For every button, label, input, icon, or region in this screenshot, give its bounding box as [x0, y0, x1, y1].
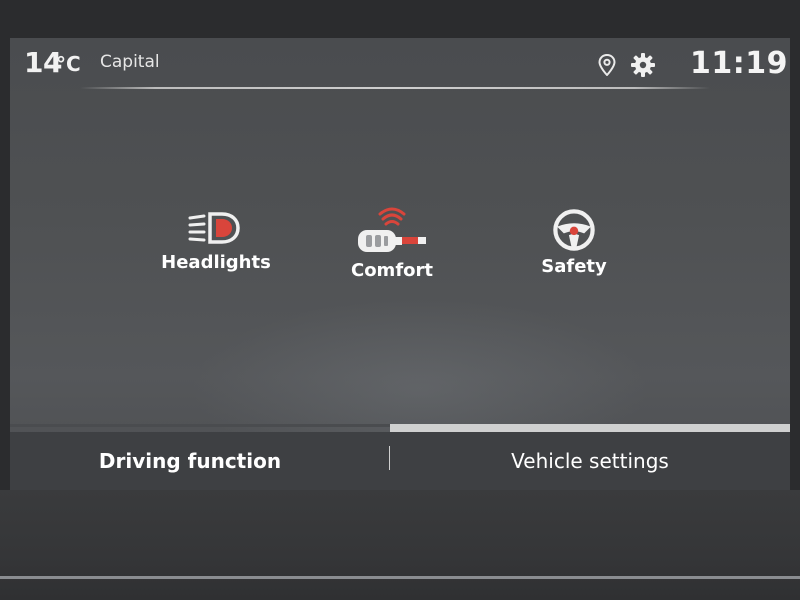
tab-bar: Driving function Vehicle settings [10, 424, 790, 490]
tab-selected-indicator [390, 424, 790, 432]
location-icon[interactable] [598, 54, 616, 76]
tab-driving-function[interactable]: Driving function [10, 432, 390, 490]
infotainment-screen: 14 °C Capital 11:19 Headlights Comfort S… [10, 38, 790, 490]
safety-tile[interactable]: Safety [504, 208, 644, 318]
location-name: Capital [100, 52, 160, 72]
temperature-unit: °C [56, 52, 81, 76]
comfort-label: Comfort [350, 260, 433, 281]
comfort-tile[interactable]: Comfort [322, 206, 462, 316]
gear-icon[interactable] [630, 52, 656, 78]
dashboard-trim [0, 576, 800, 579]
status-divider [80, 87, 710, 89]
headlights-label: Headlights [161, 252, 271, 273]
headlights-icon [188, 212, 240, 244]
headlights-tile[interactable]: Headlights [146, 208, 286, 318]
steering-wheel-icon [553, 209, 595, 251]
key-fob-wireless-icon [358, 207, 426, 252]
clock: 11:19 [690, 46, 788, 81]
tab-vehicle-settings[interactable]: Vehicle settings [390, 432, 790, 490]
lower-bezel [0, 490, 800, 600]
safety-label: Safety [541, 256, 607, 277]
tab-separator [389, 446, 390, 470]
status-bar: 14 °C Capital 11:19 [10, 38, 790, 90]
